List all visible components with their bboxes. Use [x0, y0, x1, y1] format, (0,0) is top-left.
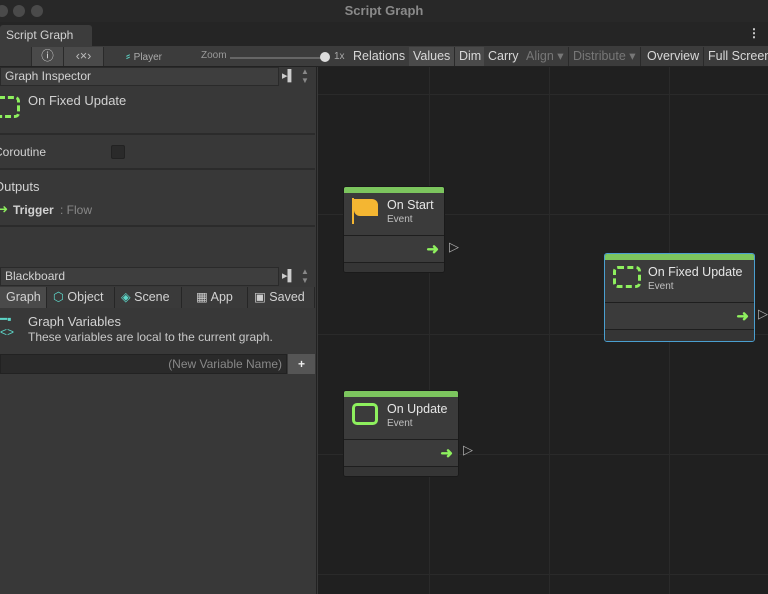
tab-app[interactable]: ▦ App: [182, 287, 248, 308]
align-dropdown[interactable]: Align ▾: [522, 47, 569, 66]
new-variable-name-input[interactable]: (New Variable Name): [0, 354, 287, 374]
dock-icon[interactable]: ▸▌: [282, 69, 295, 82]
inspector-node-title: On Fixed Update: [28, 93, 127, 108]
node-title: On Fixed Update: [648, 265, 743, 279]
trigger-name: Trigger: [13, 203, 54, 217]
scroll-arrows-icon[interactable]: ▲ ▼: [301, 67, 309, 85]
inspector-node-title-row: On Fixed Update: [0, 88, 315, 135]
app-icon: ▦: [196, 290, 208, 304]
node-on-start[interactable]: On Start Event ➜: [343, 186, 445, 273]
carry-button[interactable]: Carry: [484, 47, 524, 66]
overview-button[interactable]: Overview: [643, 47, 705, 66]
tab-bar: [0, 22, 768, 46]
output-port-triangle-icon[interactable]: ▷: [758, 306, 768, 322]
node-on-update[interactable]: On Update Event ➜: [343, 390, 459, 477]
cube-icon: ⬡: [53, 290, 64, 304]
zoom-slider-handle[interactable]: [320, 52, 330, 62]
flow-output-port-icon[interactable]: ➜: [736, 307, 749, 325]
node-on-fixed-update[interactable]: On Fixed Update Event ➜: [604, 253, 755, 342]
node-subtitle: Event: [387, 214, 413, 225]
node-title: On Update: [387, 402, 448, 416]
fixed-loop-icon: [613, 266, 641, 288]
coroutine-checkbox[interactable]: [111, 145, 125, 159]
output-port-triangle-icon[interactable]: ▷: [449, 239, 459, 255]
dim-button[interactable]: Dim: [455, 47, 487, 66]
outputs-label: Outputs: [0, 179, 40, 194]
loop-icon: [352, 403, 378, 425]
trigger-type: : Flow: [60, 203, 93, 217]
distribute-dropdown[interactable]: Distribute ▾: [569, 47, 641, 66]
zoom-value: 1x: [334, 51, 345, 62]
zoom-label: Zoom: [201, 50, 227, 61]
tab-label: App: [210, 290, 233, 304]
hierarchy-icon: ⸗: [126, 49, 131, 63]
node-subtitle: Event: [648, 281, 674, 292]
flow-output-port-icon[interactable]: ➜: [426, 240, 439, 258]
flag-icon: [354, 199, 378, 216]
window-title-bar: Script Graph: [0, 0, 768, 22]
outputs-row: Outputs ➜ Trigger : Flow: [0, 170, 315, 227]
tab-label: Object: [67, 290, 104, 304]
graph-variables-title: Graph Variables: [28, 314, 121, 329]
flow-output-port-icon[interactable]: ➜: [440, 444, 453, 462]
maximize-window-button[interactable]: [31, 5, 43, 17]
player-label: Player: [133, 52, 163, 63]
node-subtitle: Event: [387, 418, 413, 429]
relations-button[interactable]: Relations: [349, 47, 411, 66]
fixed-loop-icon: [0, 96, 20, 118]
tab-label: Graph: [6, 290, 41, 304]
save-icon: ▣: [254, 290, 266, 304]
tab-label: Saved: [269, 290, 305, 304]
tab-graph[interactable]: Graph: [0, 287, 47, 308]
tab-object[interactable]: ⬡ Object: [47, 287, 115, 308]
tab-saved[interactable]: ▣ Saved: [248, 287, 315, 308]
scroll-arrows-icon[interactable]: ▲ ▼: [301, 267, 309, 285]
variables-icon[interactable]: ‹×›: [64, 47, 104, 66]
values-button[interactable]: Values: [409, 47, 456, 66]
graph-inspector-title: Graph Inspector: [5, 69, 92, 83]
tab-script-graph[interactable]: Script Graph: [0, 25, 92, 46]
zoom-slider[interactable]: [230, 57, 326, 59]
toolbar-left-button[interactable]: [0, 47, 32, 66]
minimize-window-button[interactable]: [13, 5, 25, 17]
tab-scene[interactable]: ◈ Scene: [115, 287, 182, 308]
graph-inspector-header: Graph Inspector: [0, 67, 279, 86]
node-title: On Start: [387, 198, 434, 212]
dock-icon[interactable]: ▸▌: [282, 269, 295, 282]
window-title: Script Graph: [344, 3, 424, 18]
add-variable-button[interactable]: +: [288, 354, 315, 374]
kebab-menu-icon[interactable]: ⋮: [748, 26, 760, 40]
tab-label: Script Graph: [6, 28, 74, 42]
full-screen-button[interactable]: Full Screen: [704, 47, 768, 66]
new-variable-placeholder: (New Variable Name): [168, 357, 282, 371]
coroutine-row: Coroutine: [0, 135, 315, 170]
output-port-triangle-icon[interactable]: ▷: [463, 442, 473, 458]
info-icon[interactable]: ⓘ: [32, 47, 64, 66]
blackboard-title: Blackboard: [5, 269, 66, 283]
tab-label: Scene: [134, 290, 170, 304]
coroutine-label: Coroutine: [0, 145, 47, 159]
graph-variables-description: These variables are local to the current…: [28, 330, 273, 344]
blackboard-header: Blackboard: [0, 267, 279, 286]
scene-icon: ◈: [121, 290, 131, 304]
flow-arrow-icon: ➜: [0, 202, 9, 216]
graph-variables-icon: ━▪ <>: [0, 312, 15, 339]
